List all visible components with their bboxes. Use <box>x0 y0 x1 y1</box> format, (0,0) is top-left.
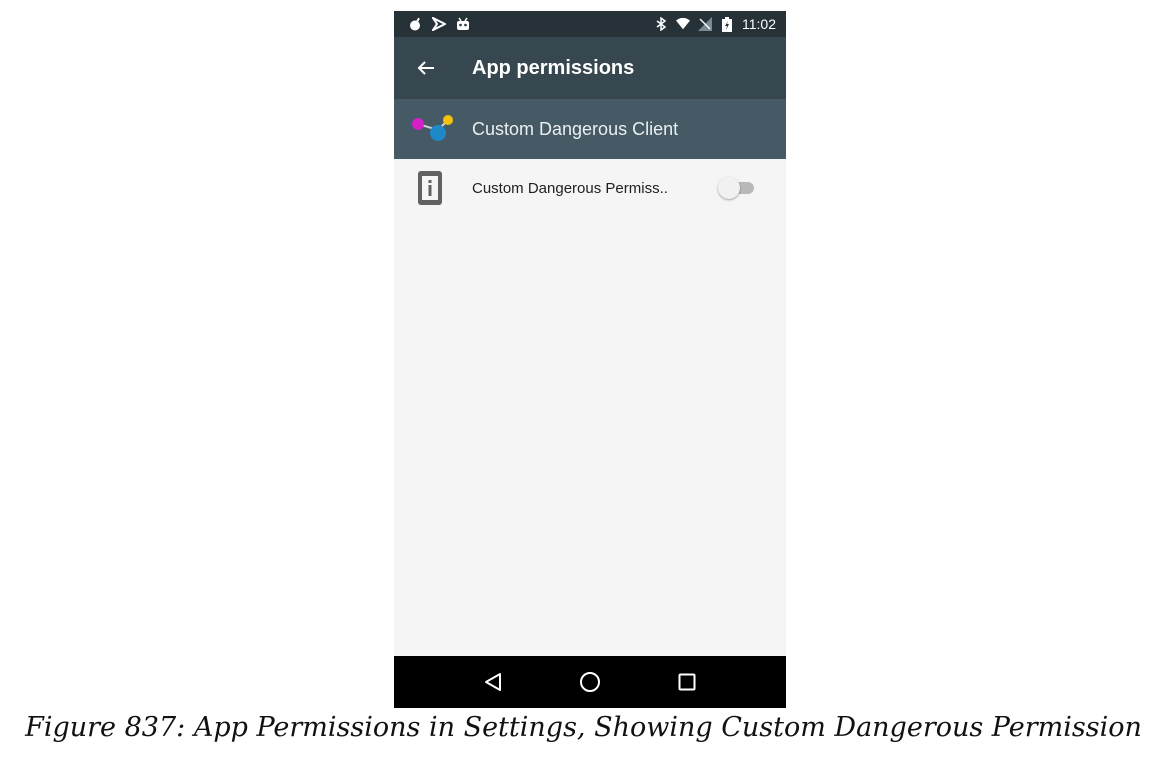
info-device-icon <box>418 171 442 205</box>
navigation-bar <box>394 656 786 708</box>
figure-caption: Figure 837: App Permissions in Settings,… <box>25 712 1142 743</box>
play-store-icon <box>432 17 446 31</box>
arrow-back-icon <box>417 61 434 75</box>
battery-charging-icon <box>720 16 734 32</box>
back-button[interactable] <box>412 54 440 82</box>
nav-back-button[interactable] <box>478 667 508 697</box>
page-title: App permissions <box>472 56 635 79</box>
back-triangle-icon <box>484 673 501 691</box>
permission-toggle[interactable] <box>718 176 756 200</box>
android-icon <box>456 17 470 31</box>
permission-row[interactable]: Custom Dangerous Permiss.. <box>394 159 786 217</box>
toggle-thumb <box>718 177 740 199</box>
system-icons: 11:02 <box>654 16 786 32</box>
molecule-app-icon <box>412 115 453 141</box>
app-header: Custom Dangerous Client <box>394 99 786 159</box>
permission-label: Custom Dangerous Permiss.. <box>472 179 668 197</box>
bomb-icon <box>408 17 422 31</box>
nav-home-button[interactable] <box>575 667 605 697</box>
phone-screen: 11:02 App permissions Custom Dangerous C… <box>394 11 786 708</box>
wifi-icon <box>676 17 690 31</box>
home-circle-icon <box>579 672 600 692</box>
recents-square-icon <box>678 673 696 691</box>
signal-icon <box>698 17 712 31</box>
clock: 11:02 <box>742 16 776 32</box>
bluetooth-icon <box>654 17 668 31</box>
nav-recents-button[interactable] <box>672 667 702 697</box>
app-name: Custom Dangerous Client <box>472 118 679 139</box>
notification-icons <box>394 17 470 31</box>
status-bar: 11:02 <box>394 11 786 37</box>
toolbar: App permissions <box>394 37 786 99</box>
